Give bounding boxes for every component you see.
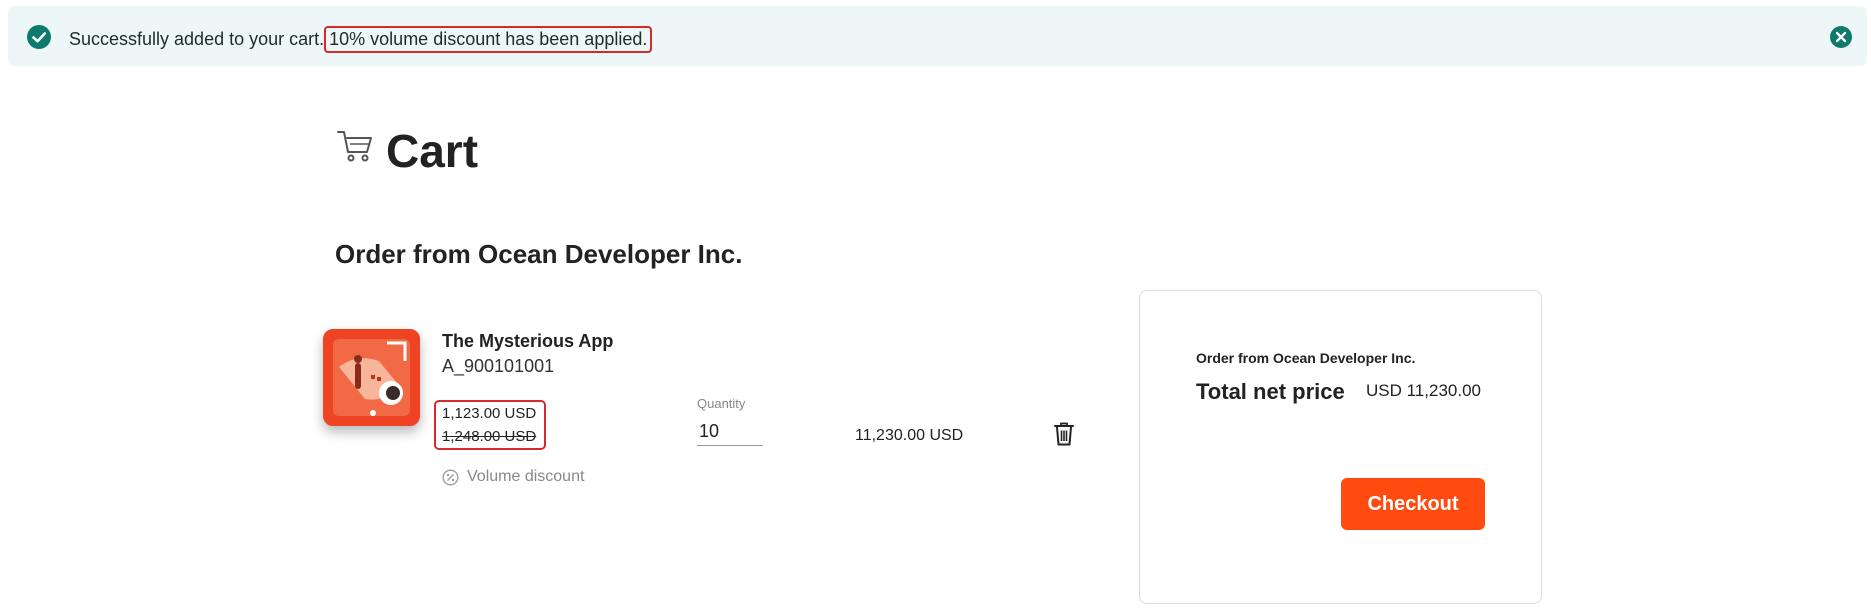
volume-discount-tag: Volume discount [442, 468, 584, 486]
quantity-input[interactable] [697, 418, 763, 446]
trash-icon[interactable] [1053, 421, 1075, 447]
banner-message-text: Successfully added to your cart. [69, 29, 325, 49]
volume-discount-label: Volume discount [467, 468, 585, 485]
product-thumbnail[interactable] [323, 329, 420, 426]
quantity-label: Quantity [697, 396, 746, 411]
total-net-price-value: USD 11,230.00 [1366, 381, 1481, 400]
checkout-button[interactable]: Checkout [1341, 478, 1485, 530]
check-circle-icon [27, 25, 51, 49]
percent-badge-icon [442, 469, 459, 485]
banner-message: Successfully added to your cart. 10% vol… [69, 26, 653, 53]
order-summary-card: Order from Ocean Developer Inc. Total ne… [1139, 290, 1542, 604]
original-price: 1,248.00 USD [442, 428, 537, 445]
discounted-price: 1,123.00 USD [442, 405, 537, 422]
product-name[interactable]: The Mysterious App [442, 331, 613, 352]
notification-banner: Successfully added to your cart. 10% vol… [8, 6, 1867, 66]
order-heading: Order from Ocean Developer Inc. [335, 239, 743, 269]
cart-icon [337, 131, 372, 162]
app-illustration-icon [327, 333, 416, 422]
line-total: 11,230.00 USD [855, 427, 964, 444]
page-title: Cart [386, 125, 479, 177]
product-sku: A_900101001 [442, 356, 555, 376]
summary-vendor: Order from Ocean Developer Inc. [1196, 350, 1416, 366]
banner-discount-highlight: 10% volume discount has been applied. [324, 26, 653, 53]
total-net-price-label: Total net price [1196, 379, 1345, 404]
close-circle-icon[interactable] [1829, 25, 1853, 49]
